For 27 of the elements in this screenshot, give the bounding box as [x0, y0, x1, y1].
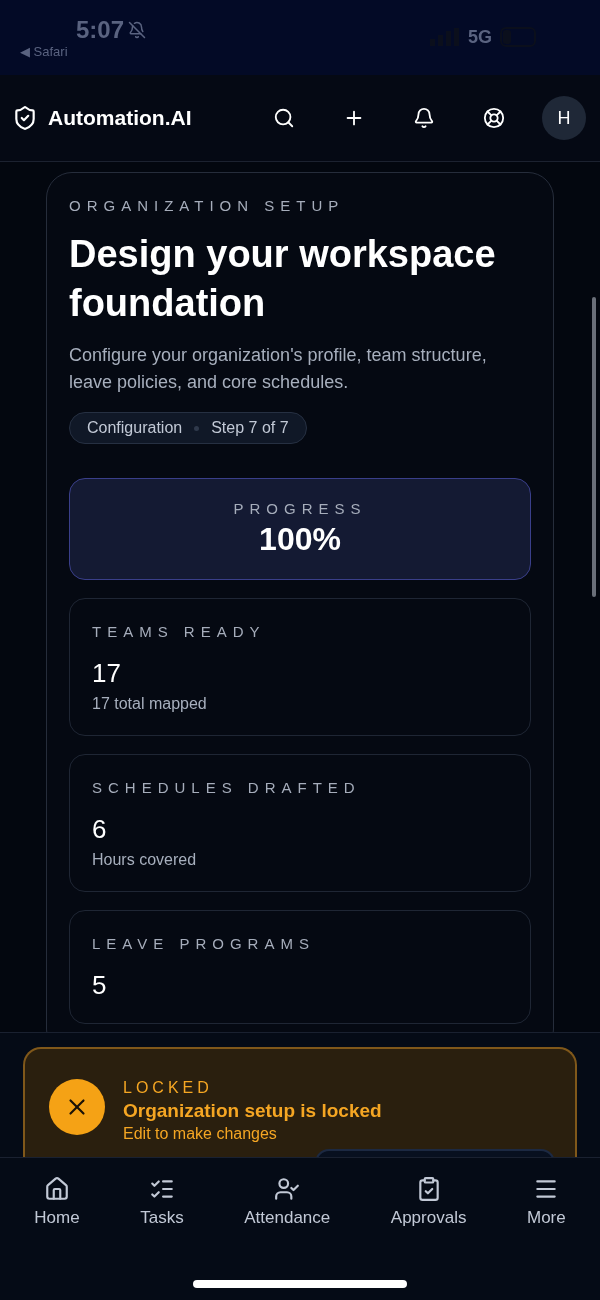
banner-subtitle: Edit to make changes [123, 1125, 278, 1143]
setup-title: Design your workspace foundation [69, 232, 497, 327]
nav-tab[interactable]: Approvals [390, 1176, 467, 1232]
nav-tab[interactable]: Home [34, 1176, 80, 1232]
stat-note: 17 total mapped [92, 695, 208, 714]
banner-title: Organization setup is locked [123, 1100, 382, 1122]
chip-text: Configuration [87, 419, 183, 438]
nav-tab[interactable]: More [527, 1176, 566, 1232]
status-time: 5:07 [76, 16, 147, 44]
stat-value: 6 [92, 814, 107, 845]
avatar-button[interactable]: H [542, 96, 586, 141]
progress-label: PROGRESS [233, 500, 367, 518]
stat-label: TEAMS READY [92, 623, 267, 641]
network-label: 5G [468, 26, 492, 48]
nav-tab[interactable]: Tasks [140, 1176, 184, 1232]
chip-text: Step 7 of 7 [211, 419, 289, 438]
stat-label: LEAVE PROGRAMS [92, 935, 316, 953]
progress-value: 100% [259, 521, 341, 559]
banner-eyebrow: LOCKED [123, 1079, 214, 1097]
stat-note: Hours covered [92, 851, 198, 870]
stat-value: 17 [92, 658, 121, 689]
nav-tab[interactable]: Attendance [244, 1176, 331, 1232]
stat-value: 5 [92, 970, 107, 1001]
stat-label: SCHEDULES DRAFTED [92, 779, 362, 797]
section-eyebrow: ORGANIZATION SETUP [69, 197, 346, 215]
setup-description: Configure your organization's profile, team structure, leave policies, and core schedules. [69, 344, 488, 395]
brand-name: Automation.AI [48, 106, 193, 131]
